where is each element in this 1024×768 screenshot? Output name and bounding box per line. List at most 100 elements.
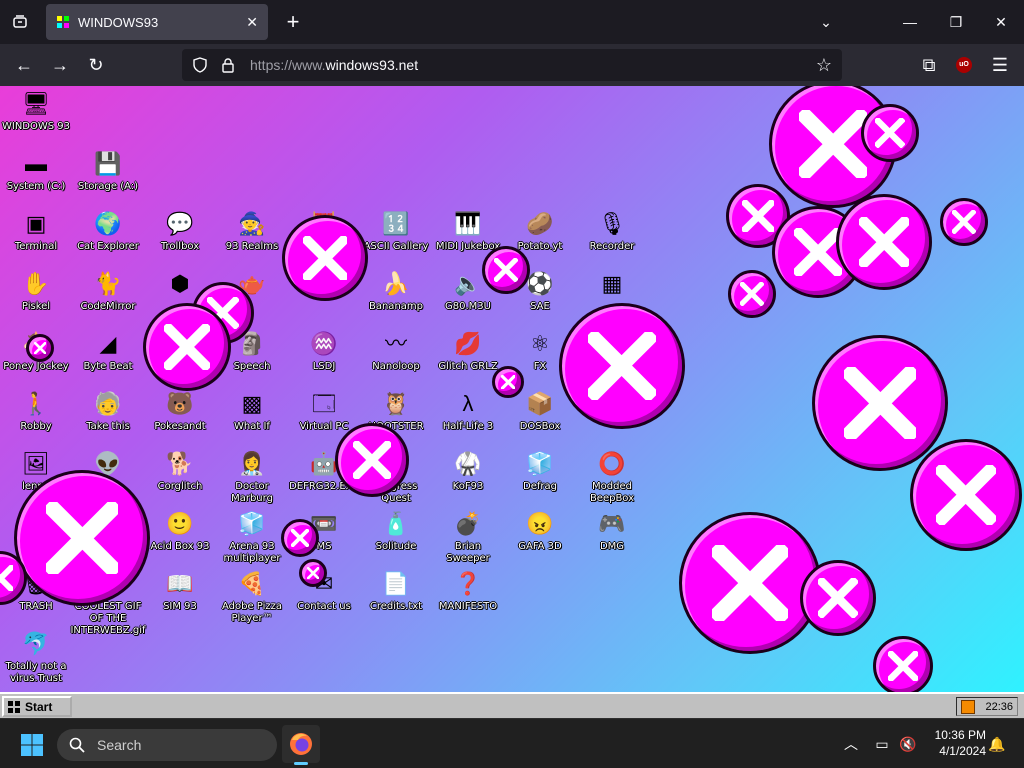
- owl-icon: 🦉: [382, 391, 410, 416]
- desktop-icon-brian-sweeper[interactable]: 💣 Brian Sweeper: [432, 508, 504, 565]
- desktop-icon-virtual-pc[interactable]: 🗔 Virtual PC: [288, 388, 360, 433]
- question-icon: ❓: [454, 571, 482, 596]
- windows-start-icon[interactable]: [20, 733, 44, 757]
- desktop-icon-acid-box-93[interactable]: 🙂 Acid Box 93: [144, 508, 216, 553]
- desktop-icon-pokesandt[interactable]: 🐻 Pokesandt: [144, 388, 216, 433]
- error-popup-close-icon[interactable]: [492, 366, 524, 398]
- error-popup-close-icon[interactable]: [812, 335, 948, 471]
- desktop-icon-nanoloop[interactable]: 〰 Nanoloop: [360, 328, 432, 373]
- desktop-icon-piskel[interactable]: ✋ Piskel: [0, 268, 72, 313]
- tab-windows93[interactable]: WINDOWS93 ✕: [46, 4, 268, 40]
- taskbar-search-box[interactable]: Search: [57, 729, 277, 761]
- desktop-icon-half-life-3[interactable]: λ Half-Life 3: [432, 388, 504, 433]
- desktop-icon-potato-yt[interactable]: 🥔 Potato.yt: [504, 208, 576, 253]
- notification-bell-icon[interactable]: 🔔: [987, 734, 1007, 754]
- error-popup-close-icon[interactable]: [800, 560, 876, 636]
- error-popup-close-icon[interactable]: [679, 512, 821, 654]
- error-popup-close-icon[interactable]: [728, 270, 776, 318]
- desktop-icon-what-if[interactable]: ▩ What If: [216, 388, 288, 433]
- error-popup-close-icon[interactable]: [282, 215, 368, 301]
- firefox-taskbar-button[interactable]: [282, 725, 320, 765]
- desktop-icon-label: WINDOWS 93: [1, 121, 71, 132]
- desktop-icon-credits-txt[interactable]: 📄 Credits.txt: [360, 568, 432, 613]
- desktop-icon-ascii-gallery[interactable]: 🔢 ASCII Gallery: [360, 208, 432, 253]
- close-window-icon[interactable]: ✕: [987, 8, 1015, 36]
- tab-list-icon: [13, 15, 27, 28]
- error-popup-close-icon[interactable]: [940, 198, 988, 246]
- lock-icon[interactable]: [220, 57, 236, 73]
- taskbar-clock[interactable]: 10:36 PM 4/1/2024: [922, 727, 986, 759]
- url-text: https://www.windows93.net: [250, 57, 419, 73]
- desktop-icon-solitude[interactable]: 🧴 Solitude: [360, 508, 432, 553]
- windows93-start-button[interactable]: Start: [2, 696, 72, 717]
- desktop-icon-robby[interactable]: 🚶 Robby: [0, 388, 72, 433]
- lsdj-icon: ♒: [310, 331, 338, 356]
- error-popup-close-icon[interactable]: [26, 334, 54, 362]
- desktop-icon-doctor-marburg[interactable]: 👩‍⚕ Doctor Marburg: [216, 448, 288, 505]
- desktop-icon-dmg[interactable]: 🎮 DMG: [576, 508, 648, 553]
- desktop-icon-system-c[interactable]: ▬ System (C:): [0, 148, 72, 193]
- cube3d-icon: 🧊: [238, 511, 266, 536]
- display-icon[interactable]: ▭: [872, 734, 892, 754]
- forward-arrow-icon[interactable]: →: [45, 50, 75, 80]
- error-popup-close-icon[interactable]: [281, 519, 319, 557]
- desktop-icon-bananamp[interactable]: 🍌 Bananamp: [360, 268, 432, 313]
- error-popup-close-icon[interactable]: [873, 636, 933, 692]
- windows93-favicon-icon: [57, 16, 69, 28]
- desktop-icon-label: Contact us: [297, 601, 351, 612]
- bookmark-star-icon[interactable]: ☆: [816, 55, 832, 76]
- desktop-icon-93-realms[interactable]: 🧙 93 Realms: [216, 208, 288, 253]
- reload-icon[interactable]: ↻: [81, 50, 111, 80]
- minimize-icon[interactable]: —: [896, 8, 924, 36]
- error-popup-close-icon[interactable]: [861, 104, 919, 162]
- error-popup-close-icon[interactable]: [14, 470, 150, 606]
- tab-list-button[interactable]: [4, 4, 36, 40]
- desktop-icon-lsdj[interactable]: ♒ LSDJ: [288, 328, 360, 373]
- error-popup-close-icon[interactable]: [299, 559, 327, 587]
- list-all-tabs-chevron-icon[interactable]: ⌄: [812, 8, 840, 36]
- desktop-icon-midi-jukebox[interactable]: 🎹 MIDI Jukebox: [432, 208, 504, 253]
- show-hidden-icons-chevron-icon[interactable]: ︿: [841, 734, 861, 754]
- desktop-icon-storage-a[interactable]: 💾 Storage (A:): [72, 148, 144, 193]
- desktop-icon-maze-icon[interactable]: ▦: [576, 268, 648, 301]
- desktop-icon-defrag[interactable]: 🧊 Defrag: [504, 448, 576, 493]
- desktop-icon-modded-beepbox[interactable]: ⭕ Modded BeepBox: [576, 448, 648, 505]
- desktop-icon-windows-93[interactable]: 🖥 WINDOWS 93: [0, 88, 72, 133]
- desktop-icon-label: FX: [533, 361, 547, 372]
- desktop-icon-sim-93[interactable]: 📖 SIM 93: [144, 568, 216, 613]
- wave-icon: 〰: [384, 331, 407, 356]
- error-popup-close-icon[interactable]: [143, 303, 231, 391]
- desktop-icon-recorder[interactable]: 🎙 Recorder: [576, 208, 648, 253]
- volume-muted-icon[interactable]: 🔇: [898, 734, 918, 754]
- ublock-origin-icon[interactable]: uO: [949, 50, 979, 80]
- desktop-icon-terminal[interactable]: ▣ Terminal: [0, 208, 72, 253]
- desktop-icon-kof93[interactable]: 🥋 KoF93: [432, 448, 504, 493]
- rss-icon[interactable]: [961, 699, 975, 714]
- desktop-icon-arena-93-multiplayer[interactable]: 🧊 Arena 93 multiplayer: [216, 508, 288, 565]
- desktop-icon-glitch-grlz[interactable]: 💋 Glitch GRLZ: [432, 328, 504, 373]
- address-bar[interactable]: https://www.windows93.net ☆: [182, 49, 842, 81]
- desktop-icon-label: Solitude: [375, 541, 417, 552]
- desktop-icon-byte-beat[interactable]: ◢ Byte Beat: [72, 328, 144, 373]
- close-tab-icon[interactable]: ✕: [246, 14, 258, 31]
- error-popup-close-icon[interactable]: [482, 246, 530, 294]
- desktop-icon-gafa-3d[interactable]: 😠 GAFA 3D: [504, 508, 576, 553]
- error-popup-close-icon[interactable]: [836, 194, 932, 290]
- desktop-icon-codemirror[interactable]: 🐈 CodeMirror: [72, 268, 144, 313]
- desktop-icon-cat-explorer[interactable]: 🌍 Cat Explorer: [72, 208, 144, 253]
- error-popup-close-icon[interactable]: [559, 303, 685, 429]
- back-arrow-icon[interactable]: ←: [9, 50, 39, 80]
- menu-hamburger-icon[interactable]: ☰: [985, 50, 1015, 80]
- desktop-icon-totally-not-a-virus-trust[interactable]: 🐬 Totally not a virus.Trust: [0, 628, 72, 685]
- desktop-icon-corglitch[interactable]: 🐕 Corglitch: [144, 448, 216, 493]
- error-popup-close-icon[interactable]: [910, 439, 1022, 551]
- error-popup-close-icon[interactable]: [335, 423, 409, 497]
- desktop-icon-take-this[interactable]: 🧓 Take this: [72, 388, 144, 433]
- shield-icon[interactable]: [192, 57, 208, 73]
- desktop-icon-manifesto[interactable]: ❓ MANIFESTO: [432, 568, 504, 613]
- new-tab-button[interactable]: +: [278, 6, 308, 38]
- desktop-icon-trollbox[interactable]: 💬 Trollbox: [144, 208, 216, 253]
- restore-icon[interactable]: ❐: [942, 8, 970, 36]
- extensions-puzzle-icon[interactable]: ⧉: [914, 50, 944, 80]
- desktop-icon-adobe-pizza-player[interactable]: 🍕 Adobe Pizza Player™: [216, 568, 288, 625]
